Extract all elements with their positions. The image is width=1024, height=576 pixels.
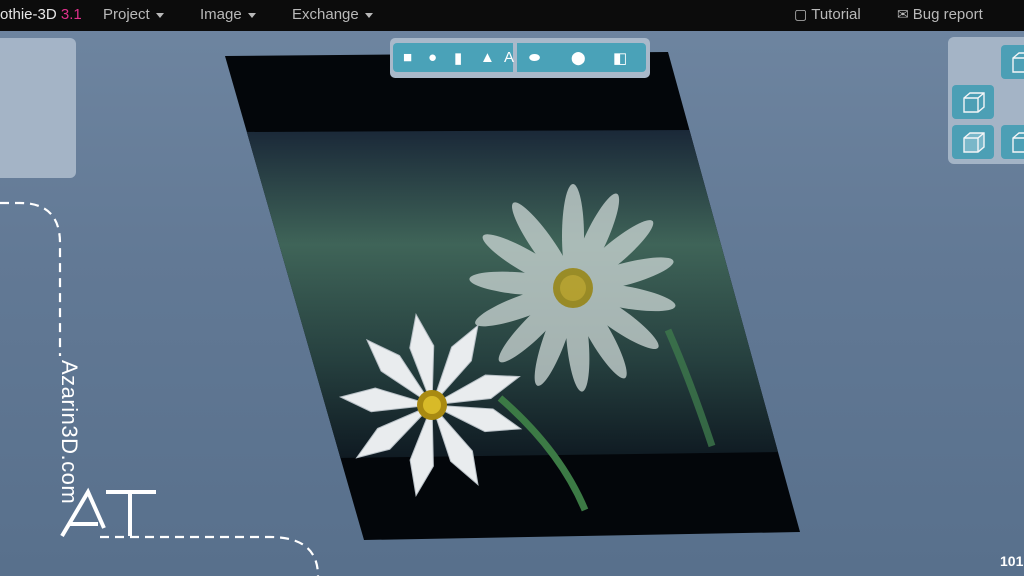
sphere-tool-icon[interactable]: ⬤ [571, 50, 586, 66]
material-tools-group: ⬬ ⬤ ◧ [517, 43, 646, 72]
triangle-tool-icon[interactable]: ▲ [480, 49, 495, 66]
shape-tools-group: ■ ● ▮ ▲ A [393, 43, 514, 72]
cylinder-tool-icon[interactable]: ▮ [454, 49, 462, 67]
half-shape-tool-icon[interactable]: ◧ [613, 49, 627, 67]
watermark-logo [60, 487, 156, 538]
circle-tool-icon[interactable]: ● [428, 49, 437, 66]
ellipse-tool-icon[interactable]: ⬬ [529, 50, 540, 66]
text-tool-icon[interactable]: A [504, 49, 514, 66]
corner-counter: 101 [1000, 553, 1024, 569]
shape-toolbar: ■ ● ▮ ▲ A ⬬ ⬤ ◧ [390, 38, 650, 78]
watermark-site-text: Azarin3D.com [57, 360, 82, 505]
picture-plane[interactable] [225, 52, 800, 540]
rectangle-tool-icon[interactable]: ■ [403, 49, 412, 66]
